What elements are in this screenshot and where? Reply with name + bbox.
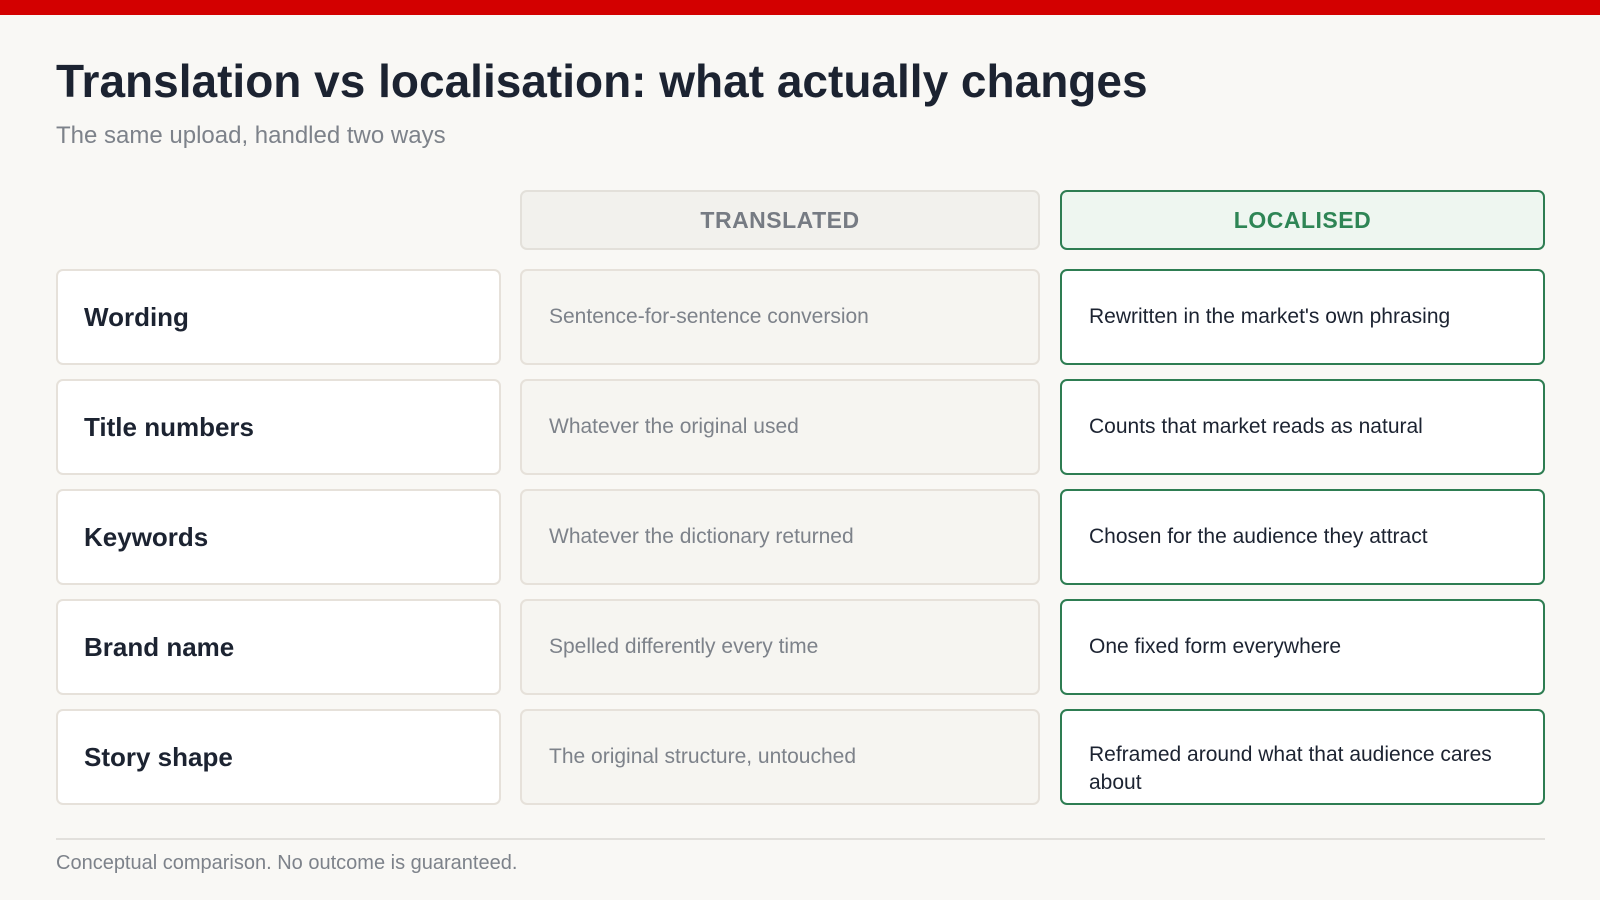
top-accent-bar	[0, 0, 1600, 15]
cell-translated-keywords: Whatever the dictionary returned	[520, 489, 1040, 585]
cell-localised-wording: Rewritten in the market's own phrasing	[1060, 269, 1545, 365]
row-label-title-numbers: Title numbers	[56, 379, 501, 475]
cell-localised-story-shape: Reframed around what that audience cares…	[1060, 709, 1545, 805]
row-label-story-shape: Story shape	[56, 709, 501, 805]
cell-localised-title-numbers: Counts that market reads as natural	[1060, 379, 1545, 475]
cell-translated-brand-name: Spelled differently every time	[520, 599, 1040, 695]
column-header-localised: LOCALISED	[1060, 190, 1545, 250]
row-label-keywords: Keywords	[56, 489, 501, 585]
page-subtitle: The same upload, handled two ways	[56, 122, 446, 149]
row-label-wording: Wording	[56, 269, 501, 365]
footer-divider	[56, 838, 1545, 840]
row-label-brand-name: Brand name	[56, 599, 501, 695]
column-header-translated: TRANSLATED	[520, 190, 1040, 250]
footnote: Conceptual comparison. No outcome is gua…	[56, 852, 518, 874]
cell-translated-story-shape: The original structure, untouched	[520, 709, 1040, 805]
page-title: Translation vs localisation: what actual…	[56, 55, 1148, 107]
cell-translated-wording: Sentence-for-sentence conversion	[520, 269, 1040, 365]
cell-localised-brand-name: One fixed form everywhere	[1060, 599, 1545, 695]
cell-localised-keywords: Chosen for the audience they attract	[1060, 489, 1545, 585]
cell-translated-title-numbers: Whatever the original used	[520, 379, 1040, 475]
